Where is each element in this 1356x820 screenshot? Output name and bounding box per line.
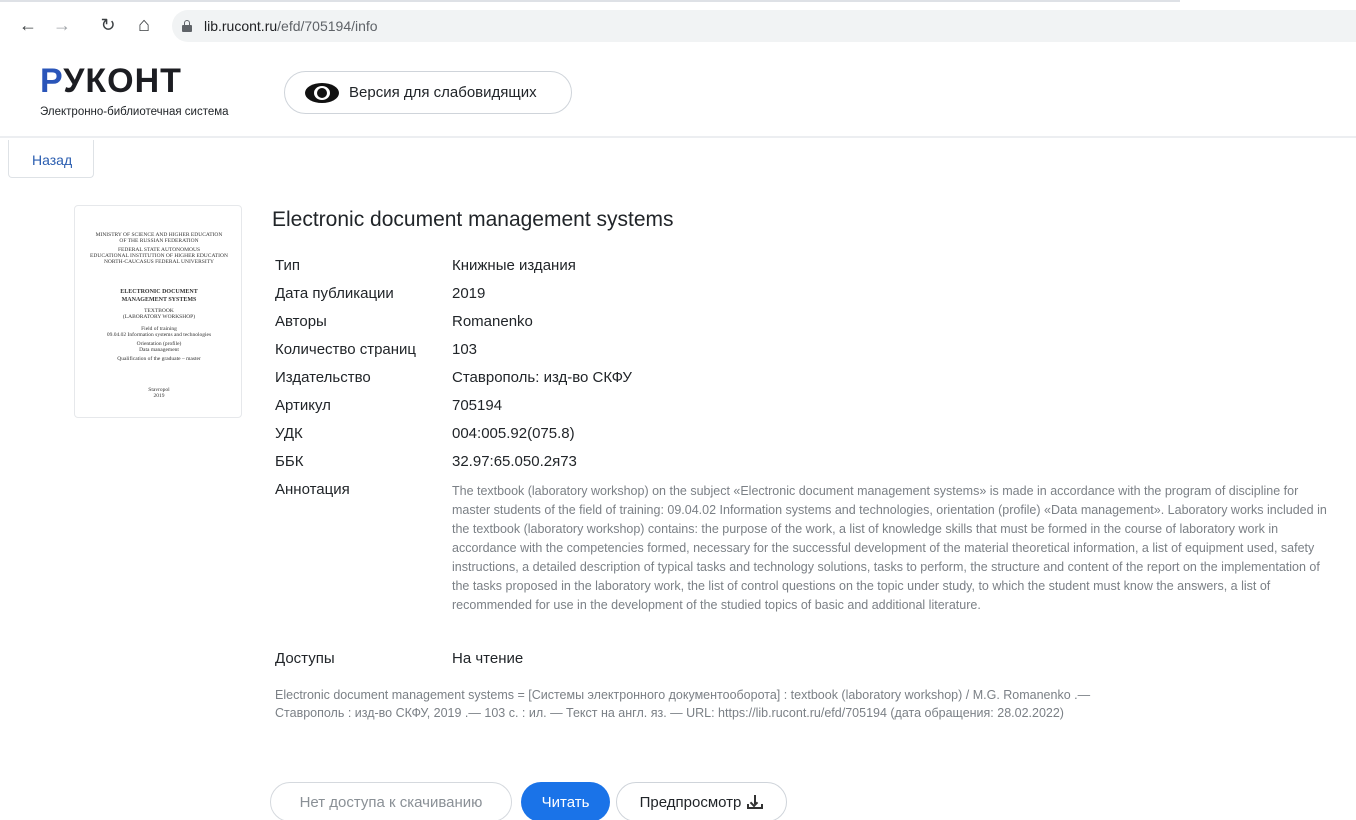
header-divider (0, 136, 1356, 138)
type-value: Книжные издания (452, 257, 576, 274)
low-vision-label: Версия для слабовидящих (349, 84, 537, 101)
udc-value: 004:005.92(075.8) (452, 425, 575, 442)
authors-label: Авторы (275, 313, 327, 330)
cover-header: MINISTRY OF SCIENCE AND HIGHER EDUCATION… (90, 232, 228, 265)
publication-date-value: 2019 (452, 285, 486, 302)
home-icon[interactable]: ⌂ (132, 13, 156, 37)
access-value: На чтение (452, 650, 524, 667)
article-label: Артикул (275, 397, 331, 414)
download-icon (747, 795, 764, 809)
article-value: 705194 (452, 397, 503, 414)
bbk-label: ББК (275, 453, 304, 470)
read-button[interactable]: Читать (521, 782, 610, 820)
bbk-value: 32.97:65.050.2я73 (452, 453, 577, 470)
cover-info: Field of training 09.04.02 Information sy… (106, 326, 212, 362)
tab-strip-edge (0, 0, 1180, 2)
cover-title: ELECTRONIC DOCUMENT MANAGEMENT SYSTEMS (120, 289, 198, 303)
eye-icon (305, 82, 339, 103)
preview-label: Предпросмотр (639, 793, 742, 811)
cover-subtitle: TEXTBOOK (LABORATORY WORKSHOP) (122, 308, 196, 320)
lock-icon (182, 20, 192, 32)
reload-icon[interactable]: ↻ (96, 13, 120, 37)
preview-button[interactable]: Предпросмотр (616, 782, 787, 820)
page-count-label: Количество страниц (275, 341, 417, 358)
publisher-value: Ставрополь: изд-во СКФУ (452, 369, 632, 386)
url-host: lib.rucont.ru (204, 18, 278, 34)
back-arrow-icon[interactable]: ← (16, 13, 40, 37)
no-download-button[interactable]: Нет доступа к скачиванию (270, 782, 512, 820)
forward-arrow-icon[interactable]: → (50, 13, 74, 37)
address-bar[interactable]: lib.rucont.ru/efd/705194/info (172, 10, 1356, 42)
low-vision-version-button[interactable]: Версия для слабовидящих (284, 71, 572, 114)
book-title: Electronic document management systems (272, 208, 674, 231)
annotation-label: Аннотация (275, 481, 350, 498)
logo-first-letter: Р (40, 62, 64, 100)
udc-label: УДК (275, 425, 303, 442)
back-link[interactable]: Назад (8, 140, 94, 178)
page-count-value: 103 (452, 341, 478, 358)
publisher-label: Издательство (275, 369, 371, 386)
url-path: /efd/705194/info (277, 18, 378, 34)
annotation-text: The textbook (laboratory workshop) on th… (452, 484, 1327, 612)
logo-rest: УКОНТ (63, 62, 182, 100)
type-label: Тип (275, 257, 301, 274)
cover-footer: Stavropol 2019 (148, 387, 170, 399)
site-logo[interactable]: РУКОНТ (40, 62, 182, 100)
logo-subtitle: Электронно-библиотечная система (40, 106, 229, 118)
book-cover[interactable]: MINISTRY OF SCIENCE AND HIGHER EDUCATION… (74, 205, 242, 418)
authors-value: Romanenko (452, 313, 533, 330)
bibliographic-citation: Electronic document management systems =… (275, 688, 1091, 720)
publication-date-label: Дата публикации (275, 285, 394, 302)
browser-toolbar: ← → ↻ ⌂ lib.rucont.ru/efd/705194/info (0, 0, 1356, 50)
access-label: Доступы (275, 650, 335, 667)
